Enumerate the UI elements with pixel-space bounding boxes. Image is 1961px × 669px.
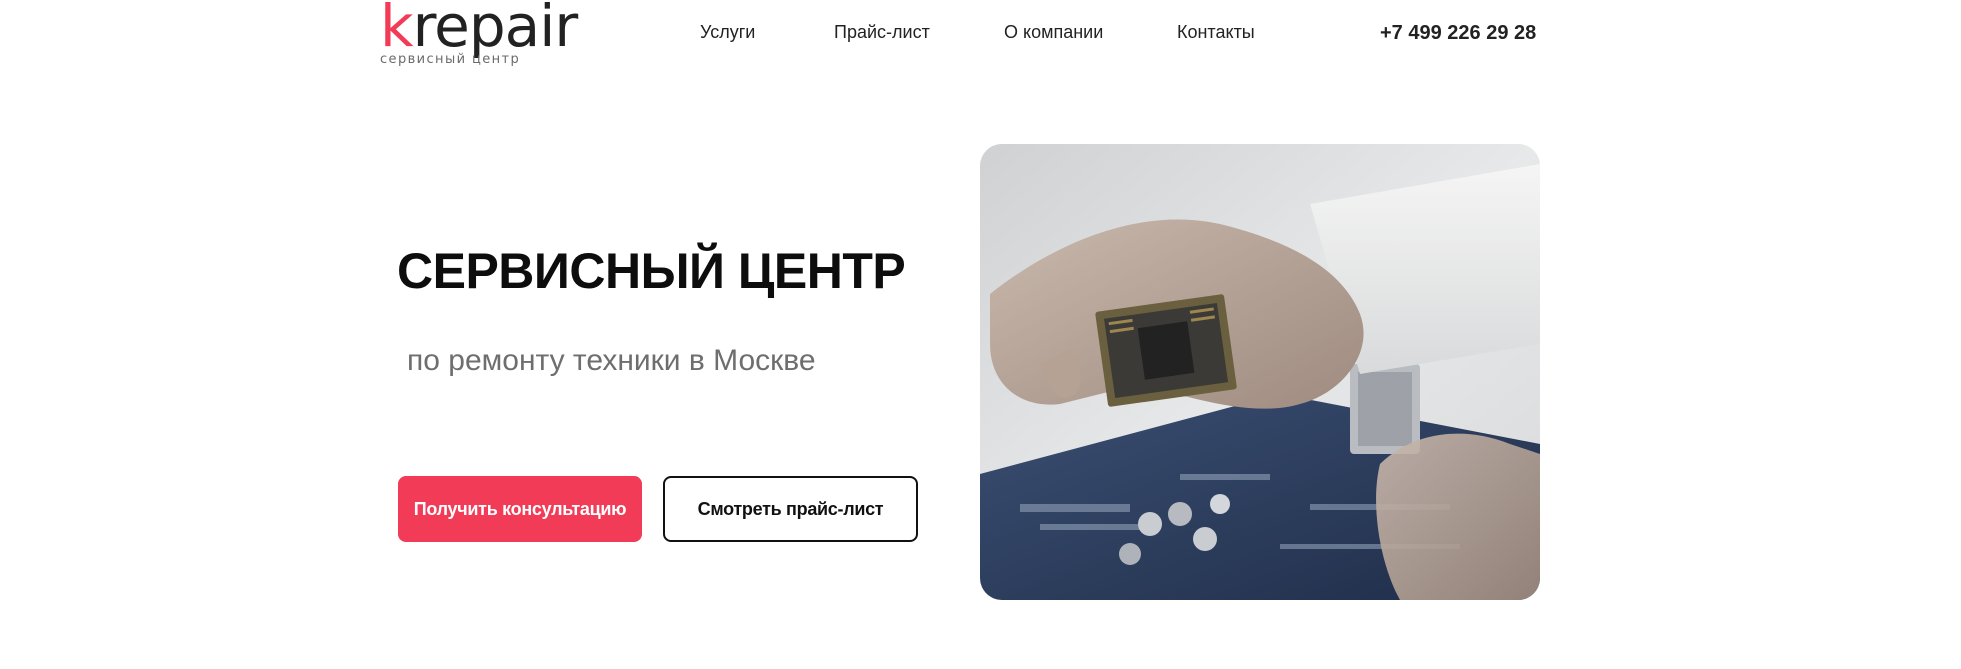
logo-subtitle: сервисный центр <box>380 52 521 67</box>
logo-word-rest: repair <box>412 0 579 60</box>
cpu-repair-photo-icon <box>980 144 1540 600</box>
hero-subtitle: по ремонту техники в Москве <box>407 344 816 377</box>
logo[interactable]: krepair сервисный центр <box>380 0 580 72</box>
nav-item-price-list[interactable]: Прайс-лист <box>834 22 930 43</box>
view-price-list-button[interactable]: Смотреть прайс-лист <box>663 476 918 542</box>
hero-image <box>980 144 1540 600</box>
page: krepair сервисный центр Услуги Прайс-лис… <box>0 0 1961 669</box>
nav-item-about[interactable]: О компании <box>1004 22 1103 43</box>
hero-title: СЕРВИСНЫЙ ЦЕНТР <box>397 243 906 299</box>
get-consultation-button[interactable]: Получить консультацию <box>398 476 642 542</box>
nav-item-contacts[interactable]: Контакты <box>1177 22 1255 43</box>
logo-k: k <box>380 0 414 60</box>
header-phone-link[interactable]: +7 499 226 29 28 <box>1380 22 1536 45</box>
nav-item-services[interactable]: Услуги <box>700 22 755 43</box>
logo-wordmark: krepair <box>380 0 579 60</box>
